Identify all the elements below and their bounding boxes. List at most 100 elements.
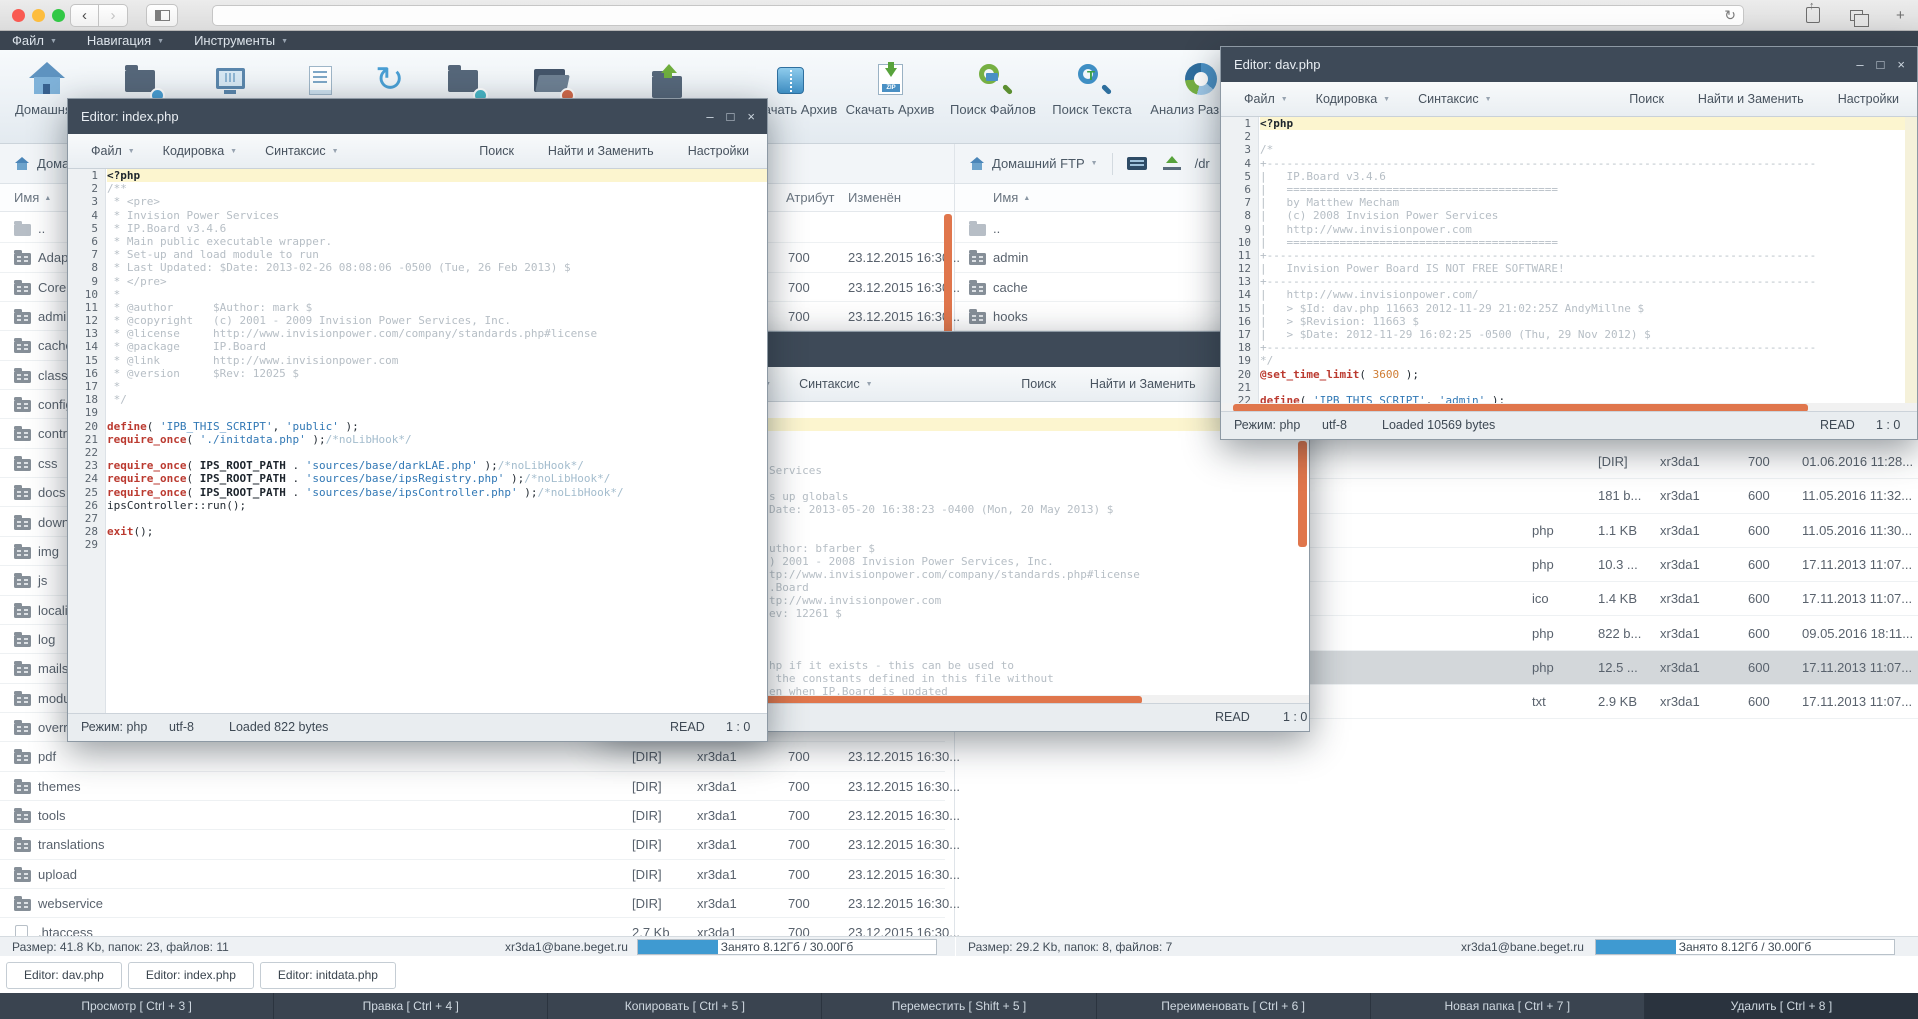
tab-Editor: index.php[interactable]: Editor: index.php: [128, 962, 254, 989]
file-size: [DIR]: [632, 889, 662, 918]
editor-menu-Файл[interactable]: Файл▼: [91, 144, 135, 158]
editor-menu-Поиск[interactable]: Поиск: [1629, 92, 1664, 106]
minimize-window-icon[interactable]: [32, 9, 45, 22]
file-date: 17.11.2013 11:07...: [1802, 582, 1912, 616]
code-fragment: ev: 12261 $: [769, 607, 842, 620]
toolbar-item[interactable]: [490, 56, 610, 102]
editor-menu-Файл[interactable]: Файл▼: [1244, 92, 1288, 106]
toolbar-item[interactable]: [607, 56, 727, 102]
file-ext: txt: [1532, 685, 1546, 719]
menu-Инструменты[interactable]: Инструменты▼: [194, 33, 288, 48]
editor-menu-Настройки[interactable]: Настройки: [1838, 92, 1899, 106]
menu-Файл[interactable]: Файл▼: [12, 33, 57, 48]
action-button[interactable]: Новая папка [ Ctrl + 7 ]: [1370, 993, 1644, 1019]
table-row[interactable]: translations[DIR]xr3da170023.12.2015 16:…: [0, 830, 945, 859]
file-attr: 600: [1748, 651, 1770, 685]
close-icon[interactable]: ×: [1897, 57, 1905, 72]
reload-icon[interactable]: ↻: [1724, 7, 1736, 24]
editor-menu-Синтаксис[interactable]: Синтаксис▼: [1418, 92, 1491, 106]
editor-menu-Синтаксис[interactable]: Синтаксис▼: [265, 144, 338, 158]
menu-Навигация[interactable]: Навигация▼: [87, 33, 164, 48]
toolbar-item-Скачать Архив[interactable]: ZIPСкачать Архив: [830, 56, 950, 117]
file-owner: xr3da1: [697, 742, 737, 771]
editor-vscrollbar[interactable]: [1905, 117, 1917, 403]
action-button[interactable]: Просмотр [ Ctrl + 3 ]: [0, 993, 273, 1019]
editor-menu-Найти и Заменить[interactable]: Найти и Заменить: [1090, 377, 1196, 391]
editor-body[interactable]: 1234567891011121314151617181920212223242…: [68, 169, 767, 713]
maximize-icon[interactable]: □: [727, 109, 735, 124]
share-icon[interactable]: [1806, 7, 1820, 28]
zoom-window-icon[interactable]: [52, 9, 65, 22]
action-button[interactable]: Правка [ Ctrl + 4 ]: [273, 993, 547, 1019]
code-line: | ======================================…: [1260, 183, 1917, 196]
action-button[interactable]: Переименовать [ Ctrl + 6 ]: [1096, 993, 1370, 1019]
table-row[interactable]: webservice[DIR]xr3da170023.12.2015 16:30…: [0, 889, 945, 918]
forward-button[interactable]: ›: [99, 4, 128, 27]
editor-menu-Поиск[interactable]: Поиск: [1021, 377, 1056, 391]
toolbar-item-label: Скачать Архив: [830, 102, 950, 117]
table-row[interactable]: upload[DIR]xr3da170023.12.2015 16:30...: [0, 860, 945, 889]
file-owner: xr3da1: [697, 830, 737, 859]
file-owner: xr3da1: [1660, 685, 1700, 719]
close-window-icon[interactable]: [12, 9, 25, 22]
column-modified[interactable]: Изменён: [848, 190, 901, 205]
table-row[interactable]: pdf[DIR]xr3da170023.12.2015 16:30...: [0, 742, 945, 771]
right-panel-source[interactable]: Домашний FTP: [992, 156, 1085, 171]
code-line: * </pre>: [107, 275, 767, 288]
search-text-icon: T: [1070, 60, 1114, 100]
new-tab-icon[interactable]: +: [1896, 7, 1905, 25]
tab-Editor: dav.php[interactable]: Editor: dav.php: [6, 962, 122, 989]
code-line: *: [107, 380, 767, 393]
terminal-icon[interactable]: [1127, 157, 1147, 170]
file-name: ..: [38, 214, 45, 243]
file-date: 23.12.2015 16:30...: [848, 742, 960, 771]
editor-menu-Найти и Заменить[interactable]: Найти и Заменить: [1698, 92, 1804, 106]
editor-menu-Кодировка[interactable]: Кодировка▼: [1316, 92, 1390, 106]
maximize-icon[interactable]: □: [1877, 57, 1885, 72]
editor-vscrollbar-thumb[interactable]: [1298, 441, 1307, 547]
editor-menu-Найти и Заменить[interactable]: Найти и Заменить: [548, 144, 654, 158]
code-line: /*: [1260, 143, 1917, 156]
file-name: docs: [38, 478, 65, 507]
tabs-overview-icon[interactable]: [1850, 7, 1863, 26]
tab-Editor: initdata.php[interactable]: Editor: initdata.php: [260, 962, 396, 989]
folder-icon: [14, 694, 31, 706]
table-row[interactable]: tools[DIR]xr3da170023.12.2015 16:30...: [0, 801, 945, 830]
file-size: 822 b...: [1598, 617, 1641, 651]
toolbar-item-Поиск Текста[interactable]: TПоиск Текста: [1032, 56, 1152, 117]
minimize-icon[interactable]: –: [1856, 57, 1863, 72]
chevron-down-icon: ▼: [128, 148, 135, 155]
upload-icon[interactable]: [1163, 156, 1181, 171]
file-name: admin: [993, 243, 1028, 272]
code-area[interactable]: <?php /*+-------------------------------…: [1260, 117, 1917, 403]
editor-menu-Поиск[interactable]: Поиск: [479, 144, 514, 158]
action-button[interactable]: Переместить [ Shift + 5 ]: [821, 993, 1095, 1019]
code-fragment: en when IP.Board is updated: [769, 685, 948, 695]
window-titlebar[interactable]: Editor: index.php–□×: [68, 99, 767, 134]
editor-body[interactable]: 12345678910111213141516171819202122<?php…: [1221, 117, 1917, 403]
column-name[interactable]: Имя▲: [993, 190, 1030, 205]
table-row[interactable]: themes[DIR]xr3da170023.12.2015 16:30...: [0, 772, 945, 801]
editor-menu-Кодировка[interactable]: Кодировка▼: [163, 144, 237, 158]
action-button[interactable]: Удалить [ Ctrl + 8 ]: [1644, 993, 1918, 1019]
left-panel-scrollbar[interactable]: [944, 214, 952, 336]
folder-icon: [14, 459, 31, 471]
code-line: * @author $Author: mark $: [107, 301, 767, 314]
sidebar-toggle-button[interactable]: [146, 4, 178, 27]
editor-window-index: Editor: index.php–□×Файл▼Кодировка▼Синта…: [67, 98, 768, 742]
close-icon[interactable]: ×: [747, 109, 755, 124]
address-bar[interactable]: ↻: [212, 5, 1744, 26]
back-button[interactable]: ‹: [70, 4, 99, 27]
window-titlebar[interactable]: Editor: dav.php–□×: [1221, 47, 1917, 82]
column-attr[interactable]: Атрибут: [786, 190, 834, 205]
code-area[interactable]: <?php/** * <pre> * Invision Power Servic…: [107, 169, 767, 551]
column-name[interactable]: Имя▲: [14, 190, 51, 205]
minimize-icon[interactable]: –: [706, 109, 713, 124]
file-attr: 700: [788, 830, 810, 859]
action-button[interactable]: Копировать [ Ctrl + 5 ]: [547, 993, 821, 1019]
editor-menu-Настройки[interactable]: Настройки: [688, 144, 749, 158]
editor-menu-Синтаксис[interactable]: Синтаксис▼: [799, 377, 872, 391]
editor-statusbar: Режим: phputf-8Loaded 10569 bytesREAD1 :…: [1221, 411, 1917, 439]
line-number-gutter: 12345678910111213141516171819202122: [1221, 117, 1259, 403]
code-line: exit();: [107, 525, 767, 538]
